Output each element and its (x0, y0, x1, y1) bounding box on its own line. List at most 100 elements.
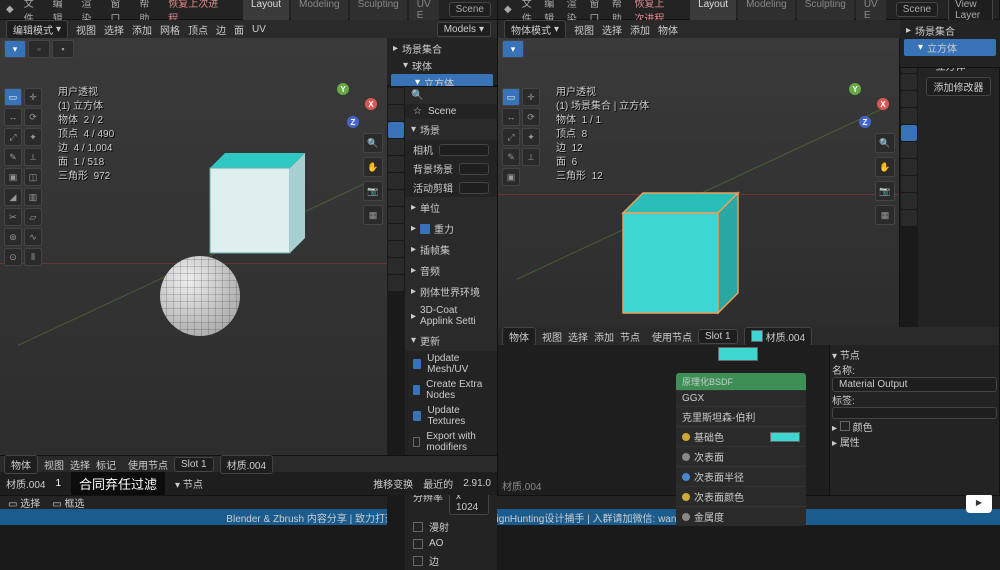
color-section[interactable]: ▸ 颜色 (832, 419, 997, 434)
tab-data[interactable] (901, 193, 917, 209)
section-scene[interactable]: ▾ 场景 (405, 119, 497, 140)
sh-mat[interactable]: 材质.004 (744, 327, 812, 346)
tool-smooth[interactable]: ∿ (24, 228, 42, 246)
pan-icon[interactable]: ✋ (363, 157, 383, 177)
sh-node[interactable]: 节点 (620, 329, 640, 344)
section-audio[interactable]: ▸ 音频 (405, 260, 497, 281)
tab-texture[interactable] (388, 275, 404, 291)
viewport-3d-right[interactable]: ▾ ▭✛ ↔⟳ ⤢✦ ✎⟂ ▣ 用户透视 (1) 场景集合 | 立方 (498, 38, 899, 327)
hdr-view[interactable]: 视图 (574, 22, 594, 37)
tool-measure[interactable]: ⟂ (24, 148, 42, 166)
tab-particle[interactable] (388, 190, 404, 206)
section-gravity[interactable]: ▸ 重力 (405, 218, 497, 239)
outliner-cube[interactable]: ▾ 立方体 (904, 39, 996, 56)
hdr-edge[interactable]: 边 (216, 22, 226, 37)
section-keying[interactable]: ▸ 插帧集 (405, 239, 497, 260)
persp-icon[interactable]: ▦ (363, 205, 383, 225)
bsdf-ss-radius[interactable]: 次表面半径 (676, 466, 806, 486)
tab-modifier[interactable] (388, 173, 404, 189)
mat-dd[interactable]: 材质.004 (220, 455, 273, 474)
outliner-right[interactable]: ▸ 场景集合 ▾ 立方体 (900, 20, 1000, 68)
scene-dropdown[interactable]: Scene (449, 2, 491, 17)
models-dd[interactable]: Models▾ (437, 22, 491, 37)
tool-addcube[interactable]: ▣ (502, 168, 520, 186)
hdr-select[interactable]: 选择 (602, 22, 622, 37)
select-mode-vertex[interactable]: ▾ (4, 40, 26, 58)
bsdf-christensen[interactable]: 克里斯坦森-伯利 (676, 406, 806, 426)
pan-icon[interactable]: ✋ (875, 157, 895, 177)
node-label[interactable]: 标签: (832, 392, 997, 419)
tab-world[interactable] (901, 91, 917, 107)
tool-select[interactable]: ▭ (4, 88, 22, 106)
tab-render[interactable] (388, 88, 404, 104)
recent-op[interactable]: 最近的 (423, 476, 453, 491)
bilibili-icon[interactable]: ▶ (966, 493, 992, 513)
outliner-sphere[interactable]: ▾ 球体 (389, 57, 495, 74)
tool-poly[interactable]: ▱ (24, 208, 42, 226)
bsdf-metallic[interactable]: 金属度 (676, 506, 806, 526)
zoom-icon[interactable]: 🔍 (875, 133, 895, 153)
attr-section[interactable]: ▸ 属性 (832, 434, 997, 449)
prop-bg-scene[interactable]: 背景场景 (405, 159, 497, 178)
tool-extrude[interactable]: ▣ (4, 168, 22, 186)
check-textures[interactable]: Update Textures (405, 403, 497, 429)
sh-add[interactable]: 添加 (594, 329, 614, 344)
bake-edge[interactable]: 边 (405, 551, 497, 570)
mode-dropdown[interactable]: 编辑模式▾ (6, 20, 68, 39)
nudge-op[interactable]: 推移变换 (373, 476, 413, 491)
bsdf-ggx[interactable]: GGX (676, 390, 806, 406)
tool-cursor[interactable]: ✛ (522, 88, 540, 106)
zoom-icon[interactable]: 🔍 (363, 133, 383, 153)
slot-dd[interactable]: Slot 1 (174, 457, 214, 472)
tool-shrink[interactable]: ⊙ (4, 248, 22, 266)
bake-ao[interactable]: AO (405, 536, 497, 551)
tl-mode[interactable]: 物体 (4, 455, 38, 474)
hdr-uv[interactable]: UV (252, 24, 266, 35)
tool-rotate[interactable]: ⟳ (522, 108, 540, 126)
section-rigid[interactable]: ▸ 刚体世界环境 (405, 281, 497, 302)
sh-select[interactable]: 选择 (568, 329, 588, 344)
sphere-mesh[interactable] (160, 256, 240, 336)
tl-view[interactable]: 视图 (44, 457, 64, 472)
tool-transform[interactable]: ✦ (24, 128, 42, 146)
select-mode[interactable]: ▾ (502, 40, 524, 58)
tab-world[interactable] (388, 139, 404, 155)
sh-view[interactable]: 视图 (542, 329, 562, 344)
tool-cursor[interactable]: ✛ (24, 88, 42, 106)
node-name[interactable]: 名称:Material Output (832, 362, 997, 392)
tool-measure[interactable]: ⟂ (522, 148, 540, 166)
tool-spin[interactable]: ⊚ (4, 228, 22, 246)
camera-icon[interactable]: 📷 (363, 181, 383, 201)
tab-scene[interactable] (901, 74, 917, 90)
scene-dropdown[interactable]: Scene (896, 2, 938, 17)
tab-scene[interactable] (388, 122, 404, 138)
add-modifier-dd[interactable]: 添加修改器 (926, 77, 991, 96)
section-units[interactable]: ▸ 单位 (405, 197, 497, 218)
tool-rip[interactable]: ⫴ (24, 248, 42, 266)
nav-gizmo[interactable]: X Y Z (327, 78, 377, 128)
camera-icon[interactable]: 📷 (875, 181, 895, 201)
bsdf-ss-color[interactable]: 次表面颜色 (676, 486, 806, 506)
check-mesh-uv[interactable]: Update Mesh/UV (405, 351, 497, 377)
viewport-3d-left[interactable]: ▾ ▫ ▪ ▭✛ ↔⟳ ⤢✦ ✎⟂ ▣◫ (0, 38, 387, 455)
hdr-mesh[interactable]: 网格 (160, 22, 180, 37)
persp-icon[interactable]: ▦ (875, 205, 895, 225)
tab-data[interactable] (388, 241, 404, 257)
cube-mesh-right[interactable] (598, 178, 758, 327)
tool-loopcut[interactable]: ▥ (24, 188, 42, 206)
nav-gizmo[interactable]: X Y Z (839, 78, 889, 128)
tool-annotate[interactable]: ✎ (4, 148, 22, 166)
prop-active-clip[interactable]: 活动剪辑 (405, 178, 497, 197)
tool-scale[interactable]: ⤢ (502, 128, 520, 146)
bake-diffuse[interactable]: 漫射 (405, 517, 497, 536)
hdr-object[interactable]: 物体 (658, 22, 678, 37)
hdr-vertex[interactable]: 顶点 (188, 22, 208, 37)
tool-scale[interactable]: ⤢ (4, 128, 22, 146)
check-extra-nodes[interactable]: Create Extra Nodes (405, 377, 497, 403)
outliner-scene-collection[interactable]: ▸ 场景集合 (902, 22, 998, 39)
tool-move[interactable]: ↔ (502, 108, 520, 126)
tool-transform[interactable]: ✦ (522, 128, 540, 146)
select-mode-edge[interactable]: ▫ (28, 40, 50, 58)
tab-output[interactable] (388, 105, 404, 121)
timeline-area[interactable]: 物体 视图 选择 标记 使用节点 Slot 1 材质.004 材质.004 1 … (0, 455, 497, 495)
